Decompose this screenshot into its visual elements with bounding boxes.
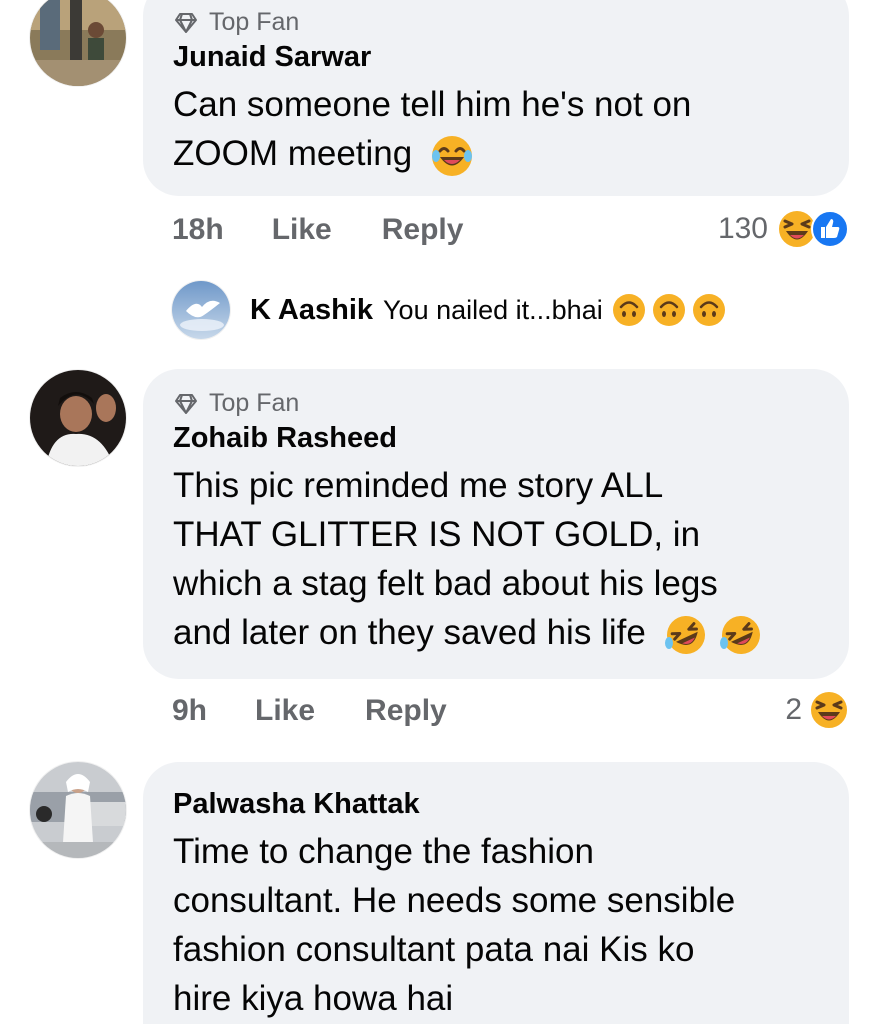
comment-bubble: Top Fan Zohaib Rasheed This pic reminded… (143, 369, 849, 679)
reply-button[interactable]: Reply (365, 694, 447, 728)
rolling-laughing-emoji-icon (664, 615, 705, 654)
comment-author[interactable]: Palwasha Khattak (173, 788, 819, 821)
comment-line-wrap: and later on they saved his life (173, 608, 819, 657)
badge-label: Top Fan (209, 389, 300, 417)
comment-line: fashion consultant pata nai Kis ko (173, 930, 695, 969)
comment-line: This pic reminded me story ALL (173, 466, 664, 505)
upside-down-face-icon (652, 294, 685, 326)
avatar-zohaib-rasheed[interactable] (30, 370, 126, 466)
comment-text: Time to change the fashion consultant. H… (173, 827, 819, 1023)
like-reaction-icon (811, 210, 849, 248)
comment-text: This pic reminded me story ALL THAT GLIT… (173, 461, 819, 657)
comment-line-wrap: ZOOM meeting (173, 129, 819, 178)
top-fan-badge: Top Fan (173, 8, 819, 37)
reply-row: K Aashik You nailed it...bhai (250, 292, 727, 328)
comment-bubble: Top Fan Junaid Sarwar Can someone tell h… (143, 0, 849, 196)
like-button[interactable]: Like (272, 213, 332, 247)
avatar-junaid-sarwar[interactable] (30, 0, 126, 86)
comments-screen: Top Fan Junaid Sarwar Can someone tell h… (0, 0, 878, 1024)
reply-emojis (611, 292, 727, 328)
comment-line: and later on they saved his life (173, 613, 646, 652)
reactions-summary[interactable]: 2 (785, 689, 850, 731)
comment-text: Can someone tell him he's not on ZOOM me… (173, 80, 819, 178)
comment-line: which a stag felt bad about his legs (173, 564, 718, 603)
comment-author[interactable]: Junaid Sarwar (173, 41, 819, 74)
diamond-icon (175, 12, 197, 33)
comment-bubble: Palwasha Khattak Time to change the fash… (143, 762, 849, 1024)
reply-button[interactable]: Reply (382, 213, 464, 247)
like-button[interactable]: Like (255, 694, 315, 728)
upside-down-face-icon (612, 294, 645, 326)
diamond-icon (175, 393, 197, 414)
reply-text: You nailed it...bhai (383, 294, 603, 325)
comment-timestamp[interactable]: 9h (172, 694, 207, 728)
comment-line: hire kiya howa hai (173, 979, 454, 1018)
comment-line: ZOOM meeting (173, 134, 413, 173)
laughing-tears-emoji-icon (431, 135, 472, 176)
badge-label: Top Fan (209, 8, 300, 36)
top-fan-badge: Top Fan (173, 389, 819, 418)
reply-author[interactable]: K Aashik (250, 294, 373, 327)
comment-author[interactable]: Zohaib Rasheed (173, 422, 819, 455)
reactions-summary[interactable]: 130 (718, 208, 850, 250)
reactions-count: 2 (785, 693, 802, 726)
avatar-k-aashik[interactable] (172, 281, 230, 339)
comment-actions: 18h Like Reply (172, 213, 463, 247)
comment-line: consultant. He needs some sensible (173, 881, 736, 920)
reactions-count: 130 (717, 212, 768, 245)
comment-timestamp[interactable]: 18h (172, 213, 224, 247)
avatar-palwasha-khattak[interactable] (30, 762, 126, 858)
comment-actions: 9h Like Reply (172, 694, 447, 728)
comment-line: Can someone tell him he's not on (173, 85, 692, 124)
haha-reaction-icon (809, 690, 849, 730)
rolling-laughing-emoji-icon (720, 615, 761, 654)
comment-line: THAT GLITTER IS NOT GOLD, in (173, 515, 701, 554)
upside-down-face-icon (692, 294, 725, 326)
comment-line: Time to change the fashion (173, 832, 594, 871)
